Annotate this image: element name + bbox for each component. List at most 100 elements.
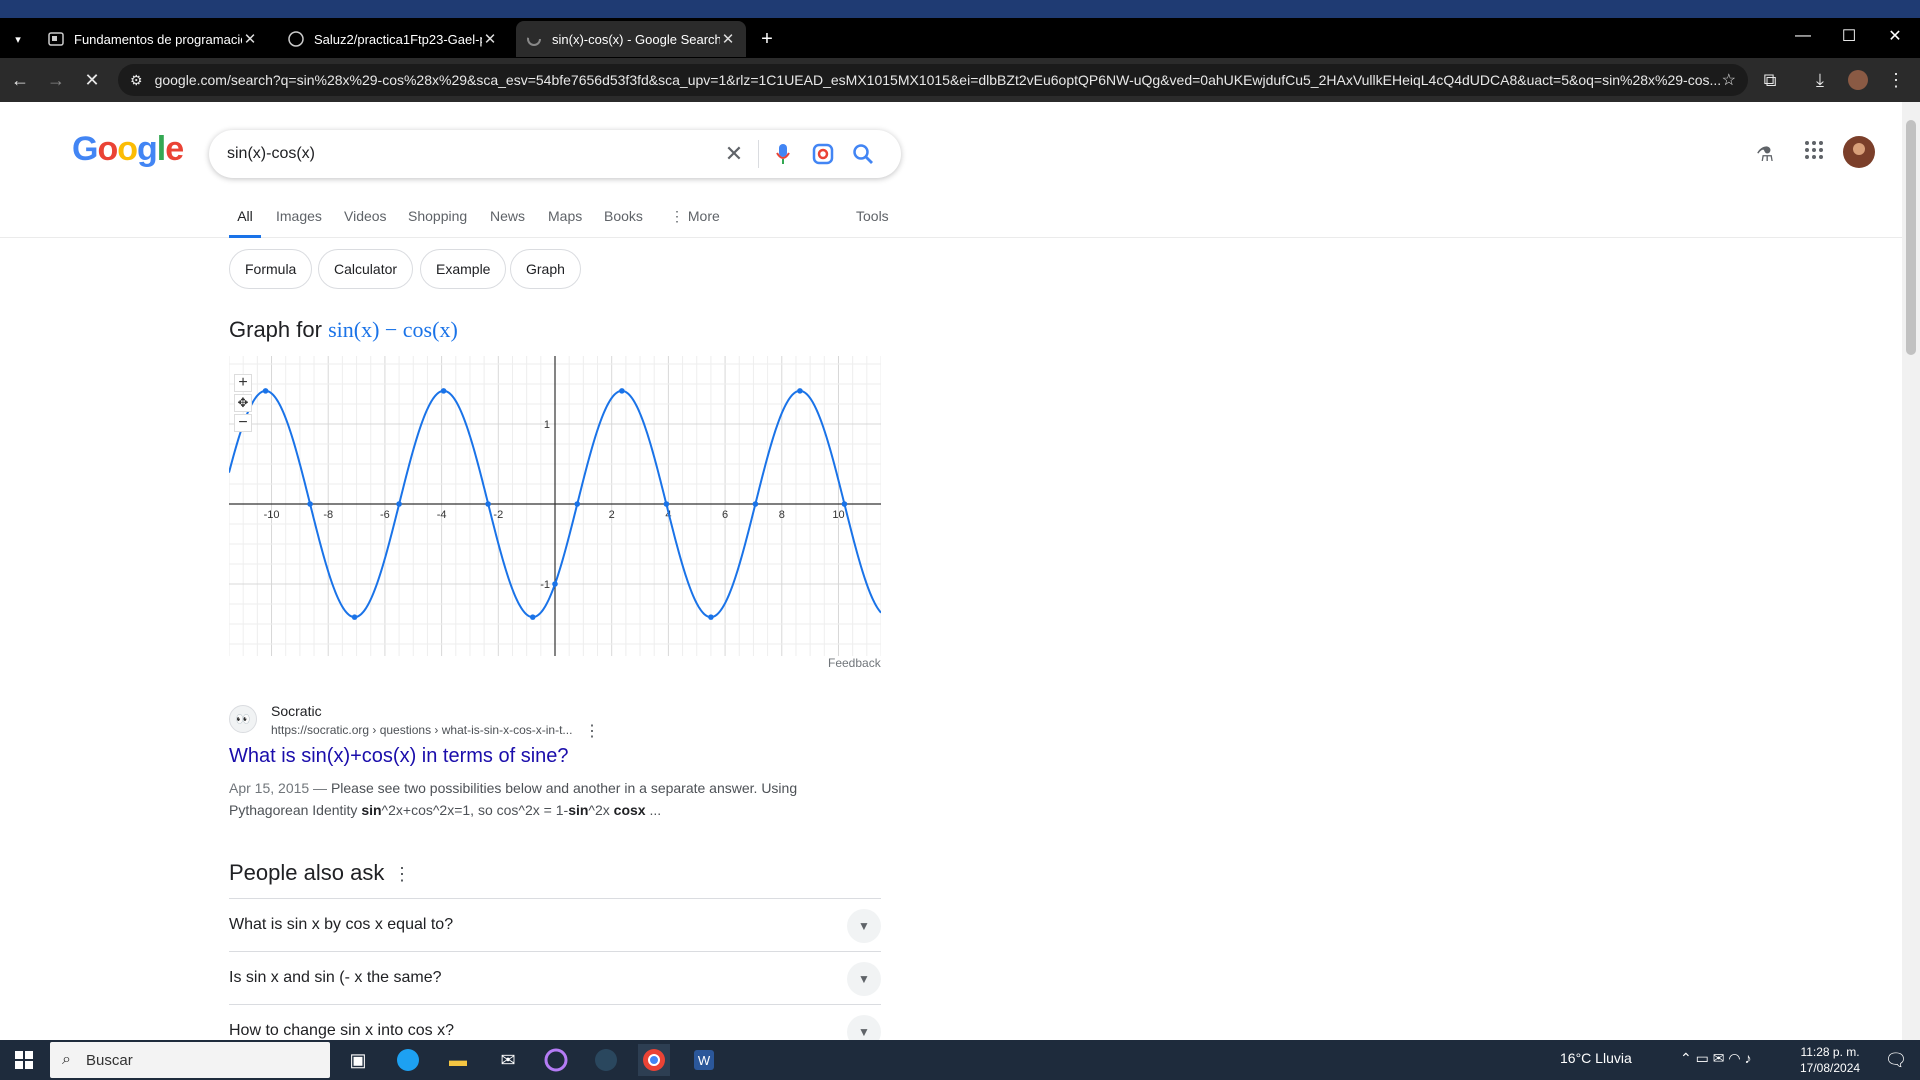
key-point <box>797 388 803 394</box>
tab-images[interactable]: Images <box>276 202 322 238</box>
snippet-bold: sin <box>568 802 589 818</box>
paa-question[interactable]: How to change sin x into cos x? ▼ <box>229 1004 881 1040</box>
tab-all[interactable]: All <box>229 202 261 238</box>
tab-videos[interactable]: Videos <box>344 202 387 238</box>
chip-graph[interactable]: Graph <box>510 249 581 289</box>
steam-icon[interactable] <box>590 1044 622 1076</box>
labs-icon[interactable]: ⚗ <box>1756 142 1774 167</box>
result-menu-icon[interactable]: ⋮ <box>584 721 600 741</box>
document-icon <box>48 31 64 47</box>
search-box: ✕ <box>209 130 901 178</box>
minimize-button[interactable]: — <box>1780 18 1826 54</box>
snippet-date: Apr 15, 2015 — <box>229 780 328 796</box>
search-icon[interactable] <box>843 134 883 174</box>
address-bar[interactable]: ⚙ google.com/search?q=sin%28x%29-cos%28x… <box>118 64 1748 96</box>
edge-icon[interactable] <box>392 1044 424 1076</box>
clock-date: 17/08/2024 <box>1800 1061 1861 1075</box>
x-tick-label: -2 <box>493 509 503 521</box>
snippet-text: ^2x <box>588 802 614 818</box>
google-logo[interactable]: Google <box>72 130 184 169</box>
browser-menu-icon[interactable]: ⋮ <box>1882 66 1910 94</box>
close-icon[interactable]: ✕ <box>720 30 736 48</box>
apps-grid-icon[interactable] <box>1804 140 1824 165</box>
clock[interactable]: 11:28 p. m. 17/08/2024 <box>1800 1044 1860 1076</box>
paa-question[interactable]: Is sin x and sin (- x the same? ▼ <box>229 951 881 1004</box>
extensions-icon[interactable]: ⧉ <box>1756 66 1784 94</box>
close-window-button[interactable]: ✕ <box>1872 18 1918 54</box>
paa-question[interactable]: What is sin x by cos x equal to? ▼ <box>229 898 881 951</box>
chip-formula[interactable]: Formula <box>229 249 313 289</box>
paa-menu-icon[interactable]: ⋮ <box>393 864 411 885</box>
back-button[interactable]: ← <box>6 66 34 94</box>
bookmark-star-icon[interactable]: ☆ <box>1722 70 1736 90</box>
loading-icon <box>526 31 542 47</box>
tab-more[interactable]: ⋮ More <box>670 202 720 238</box>
windows-start-icon[interactable] <box>8 1044 40 1076</box>
close-icon[interactable]: ✕ <box>482 30 498 48</box>
media-app-icon[interactable] <box>540 1044 572 1076</box>
snippet-text: ... <box>645 802 662 818</box>
site-info-icon[interactable]: ⚙ <box>130 72 143 89</box>
stop-button[interactable]: ✕ <box>78 66 106 94</box>
chevron-down-icon[interactable]: ▼ <box>847 962 881 996</box>
chip-example[interactable]: Example <box>420 249 507 289</box>
search-nav-tabs: All Images Videos Shopping News Maps Boo… <box>0 202 1902 238</box>
search-input[interactable] <box>227 145 714 163</box>
account-avatar[interactable] <box>1843 136 1875 173</box>
tab-google-search[interactable]: sin(x)-cos(x) - Google Search ✕ <box>516 21 746 57</box>
tab-github[interactable]: Saluz2/practica1Ftp23-Gael-pic ✕ <box>278 21 508 57</box>
profile-avatar[interactable] <box>1844 66 1872 94</box>
scrollbar-thumb[interactable] <box>1906 120 1916 355</box>
new-tab-button[interactable]: + <box>752 21 782 57</box>
tab-maps[interactable]: Maps <box>548 202 582 238</box>
microphone-icon[interactable] <box>763 134 803 174</box>
result-title-link[interactable]: What is sin(x)+cos(x) in terms of sine? <box>229 745 569 768</box>
key-point <box>574 501 581 507</box>
chip-calculator[interactable]: Calculator <box>318 249 414 289</box>
paa-question-text: How to change sin x into cos x? <box>229 1022 455 1039</box>
tab-news[interactable]: News <box>490 202 525 238</box>
snippet-text: ^2x+cos^2x=1, so cos^2x = 1- <box>381 802 569 818</box>
lens-icon[interactable] <box>803 134 843 174</box>
page-content: Google ✕ ⚗ All Images Videos Shopping Ne… <box>0 102 1902 1040</box>
y-tick-label: 1 <box>544 419 550 431</box>
file-explorer-icon[interactable]: ▬ <box>442 1044 474 1076</box>
clear-icon[interactable]: ✕ <box>714 134 754 174</box>
function-graph[interactable]: -10 -8 -6 -4 -2 2 4 6 8 101-1 <box>229 356 881 656</box>
tab-books[interactable]: Books <box>604 202 643 238</box>
result-url[interactable]: https://socratic.org › questions › what-… <box>271 723 572 737</box>
notifications-icon[interactable]: 🗨 <box>1880 1044 1912 1076</box>
word-icon[interactable]: W <box>688 1044 720 1076</box>
maximize-button[interactable]: ☐ <box>1826 18 1872 54</box>
result-site-name[interactable]: Socratic <box>271 703 322 719</box>
close-icon[interactable]: ✕ <box>242 30 258 48</box>
zoom-out-button[interactable]: − <box>234 414 252 432</box>
chevron-down-icon[interactable]: ▼ <box>847 1015 881 1040</box>
mail-icon[interactable]: ✉ <box>492 1044 524 1076</box>
feedback-link[interactable]: Feedback <box>828 656 881 670</box>
more-dots-icon: ⋮ <box>670 208 688 224</box>
weather-widget[interactable]: 16°C Lluvia <box>1560 1050 1632 1066</box>
taskbar-search-input[interactable]: ⌕ Buscar <box>50 1042 330 1078</box>
tab-tools[interactable]: Tools <box>856 202 889 238</box>
system-tray-icons[interactable]: ⌃ ▭ ✉ ◠ ♪ <box>1680 1050 1751 1067</box>
forward-button[interactable]: → <box>42 66 70 94</box>
key-point <box>619 388 625 394</box>
tab-shopping[interactable]: Shopping <box>408 202 467 238</box>
clock-time: 11:28 p. m. <box>1800 1045 1860 1059</box>
task-view-icon[interactable]: ▣ <box>342 1044 374 1076</box>
download-icon[interactable]: ⤓ <box>1806 66 1834 94</box>
x-tick-label: -10 <box>264 509 280 521</box>
tab-bar: ▾ Fundamentos de programación ✕ Saluz2/p… <box>0 18 1920 58</box>
x-tick-label: 6 <box>722 509 728 521</box>
tab-search-button[interactable]: ▾ <box>4 21 32 57</box>
taskbar-search-placeholder: Buscar <box>86 1051 133 1069</box>
tab-fundamentos[interactable]: Fundamentos de programación ✕ <box>38 21 268 57</box>
graph-axes <box>229 356 881 656</box>
zoom-in-button[interactable]: + <box>234 374 252 392</box>
chrome-icon[interactable] <box>638 1044 670 1076</box>
tab-title: Fundamentos de programación <box>74 31 242 47</box>
svg-text:W: W <box>698 1053 711 1068</box>
chevron-down-icon[interactable]: ▼ <box>847 909 881 943</box>
pan-icon[interactable]: ✥ <box>234 394 252 412</box>
